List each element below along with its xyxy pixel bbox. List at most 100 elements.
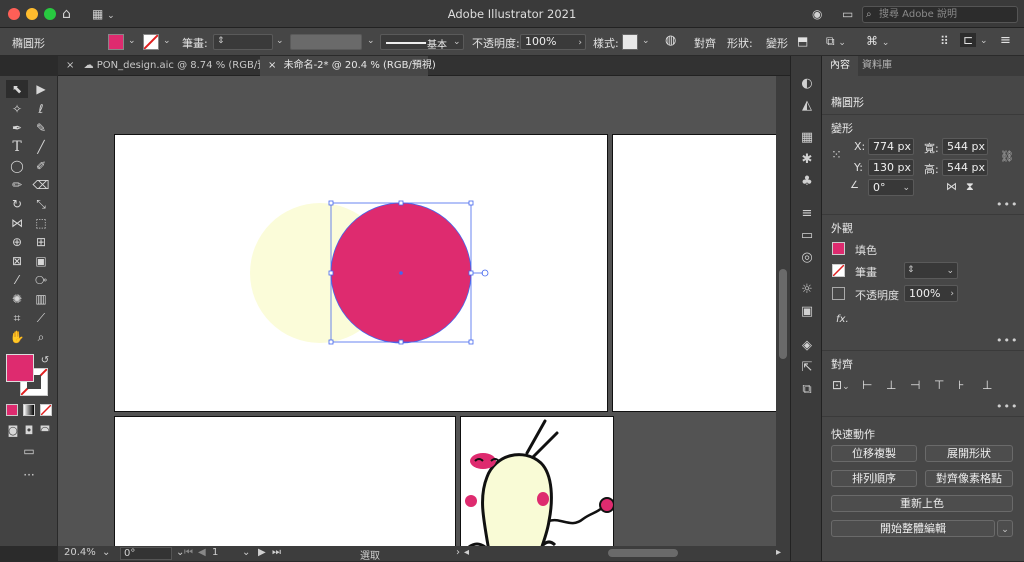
variable-width-profile[interactable] [290, 34, 362, 50]
appearance-stroke-weight-input[interactable]: ⇕ ⌄ [904, 262, 958, 279]
align-to-pixel-grid-button[interactable]: 對齊像素格點 [925, 470, 1013, 487]
artboard-4[interactable] [460, 416, 614, 546]
style-dropdown-icon[interactable]: ⌄ [642, 36, 650, 46]
rotation-input[interactable]: 0° [120, 547, 172, 560]
screen-mode-icon[interactable]: ▭ [18, 442, 40, 460]
next-artboard-icon[interactable]: ▶ [258, 547, 266, 558]
start-global-edit-button[interactable]: 開始整體編輯 [831, 520, 995, 537]
swatches-panel-icon[interactable]: ▦ [799, 130, 815, 146]
vertical-scrollbar[interactable] [776, 76, 790, 546]
layers-panel-icon[interactable]: ◈ [799, 338, 815, 354]
tab-libraries[interactable]: 資料庫 [854, 56, 900, 76]
type-tool-icon[interactable]: T [6, 138, 28, 156]
zoom-dropdown-icon[interactable]: ⌄ [102, 547, 110, 558]
stroke-dropdown-icon[interactable]: ⌄ [163, 36, 171, 46]
color-guide-icon[interactable]: ◭ [799, 98, 815, 114]
perspective-grid-tool-icon[interactable]: ⊞ [30, 233, 52, 251]
tab-untitled-2[interactable]: × 未命名-2* @ 20.4 % (RGB/預視) [260, 56, 436, 76]
stroke-weight-dropdown-icon[interactable]: ⌄ [276, 36, 284, 46]
eraser-tool-icon[interactable]: ⌫ [30, 176, 52, 194]
curvature-tool-icon[interactable]: ✎ [30, 119, 52, 137]
artboard-3[interactable] [114, 416, 456, 546]
color-mode-icon[interactable] [6, 404, 18, 416]
isolate-icon[interactable]: ⬒ [797, 34, 808, 48]
last-artboard-icon[interactable]: ⏭ [272, 547, 281, 558]
panel-toggle-icon[interactable]: ▭ [842, 5, 853, 23]
scale-tool-icon[interactable]: ⤡ [30, 195, 52, 213]
align-top-icon[interactable]: ⊤ [934, 378, 944, 392]
resize-handle-right[interactable] [468, 270, 474, 276]
resize-handle-left[interactable] [328, 270, 334, 276]
ellipse-tool-icon[interactable]: ◯ [6, 157, 28, 175]
artboard-1[interactable] [114, 134, 608, 412]
asset-export-icon[interactable]: ⇱ [799, 360, 815, 376]
envelope-icon[interactable]: ⌘ ⌄ [866, 34, 889, 48]
resize-handle-top-right[interactable] [468, 200, 474, 206]
align-to-icon[interactable]: ⊡⌄ [832, 378, 850, 392]
zoom-level[interactable]: 20.4% [64, 547, 96, 558]
lasso-tool-icon[interactable]: ℓ [30, 100, 52, 118]
draw-inside-icon[interactable]: ◚ [34, 422, 56, 440]
eyedropper-tool-icon[interactable]: ⁄ [6, 271, 28, 289]
brushes-panel-icon[interactable]: ✱ [799, 152, 815, 168]
flip-horizontal-icon[interactable]: ⋈ [946, 180, 957, 193]
help-search-input[interactable]: ⌕ 搜尋 Adobe 說明 [862, 6, 1018, 23]
effects-icon[interactable]: fx. [836, 314, 849, 325]
none-mode-icon[interactable] [40, 404, 52, 416]
close-tab-icon[interactable]: × [66, 60, 74, 71]
rotate-input[interactable]: 0° ⌄ [868, 179, 914, 196]
blend-tool-icon[interactable]: ⧂ [30, 271, 52, 289]
graphic-style-swatch[interactable] [622, 34, 638, 50]
artboard-2[interactable] [612, 134, 776, 412]
flip-vertical-icon[interactable]: ⧗ [966, 180, 974, 194]
resize-handle-bottom[interactable] [398, 339, 404, 345]
align-vcenter-icon[interactable]: ⊦ [958, 378, 964, 392]
horizontal-scroll-right-icon[interactable]: ▸ [776, 547, 781, 558]
stroke-panel-icon[interactable]: ≡ [799, 206, 815, 222]
canvas-area[interactable] [58, 76, 776, 546]
artboard-number[interactable]: 1 [212, 547, 218, 558]
free-transform-tool-icon[interactable]: ⬚ [30, 214, 52, 232]
reference-point-icon[interactable]: ⁙ [831, 148, 847, 164]
gradient-tool-icon[interactable]: ▣ [30, 252, 52, 270]
fill-dropdown-icon[interactable]: ⌄ [128, 36, 136, 46]
offset-path-button[interactable]: 位移複製 [831, 445, 917, 462]
expand-shape-button[interactable]: 展開形狀 [925, 445, 1013, 462]
hand-tool-icon[interactable]: ✋ [6, 328, 28, 346]
artboards-panel-icon[interactable]: ⧉ [799, 382, 815, 398]
transparency-panel-icon[interactable]: ◎ [799, 250, 815, 266]
opacity-input[interactable]: 100% › [520, 34, 586, 50]
resize-handle-top[interactable] [398, 200, 404, 206]
fill-color-swatch-front[interactable] [6, 354, 34, 382]
gradient-panel-icon[interactable]: ▭ [799, 228, 815, 244]
line-tool-icon[interactable]: ╱ [30, 138, 52, 156]
color-panel-icon[interactable]: ◐ [799, 76, 815, 92]
magic-wand-tool-icon[interactable]: ✧ [6, 100, 28, 118]
paintbrush-tool-icon[interactable]: ✐ [30, 157, 52, 175]
column-graph-tool-icon[interactable]: ▥ [30, 290, 52, 308]
appearance-fill-swatch[interactable] [832, 242, 845, 255]
appearance-more-icon[interactable]: ••• [996, 334, 1018, 347]
y-input[interactable]: 130 px [868, 159, 914, 176]
artboard-dropdown-icon[interactable]: ⌄ [242, 547, 250, 558]
transform-more-icon[interactable]: ••• [996, 198, 1018, 211]
shape-link[interactable]: 形狀: [727, 35, 753, 51]
align-hcenter-icon[interactable]: ⊥ [886, 378, 896, 392]
appearance-panel-icon[interactable]: ☼ [799, 282, 815, 298]
align-right-icon[interactable]: ⊣ [910, 378, 920, 392]
direct-selection-tool-icon[interactable]: ▶ [30, 80, 52, 98]
symbol-sprayer-tool-icon[interactable]: ✺ [6, 290, 28, 308]
status-menu-icon[interactable]: › [456, 547, 460, 558]
pen-tool-icon[interactable]: ✒ [6, 119, 28, 137]
recolor-icon[interactable]: ◍ [665, 33, 676, 48]
x-input[interactable]: 774 px [868, 138, 914, 155]
brush-definition[interactable]: 基本 ⌄ [380, 34, 464, 51]
zoom-tool-icon[interactable]: ⌕ [30, 328, 52, 346]
grid-icon[interactable]: ⠿ [940, 34, 949, 48]
height-input[interactable]: 544 px [942, 159, 988, 176]
width-input[interactable]: 544 px [942, 138, 988, 155]
align-more-icon[interactable]: ••• [996, 400, 1018, 413]
mesh-tool-icon[interactable]: ⊠ [6, 252, 28, 270]
resize-handle-bottom-right[interactable] [468, 339, 474, 345]
resize-handle-bottom-left[interactable] [328, 339, 334, 345]
